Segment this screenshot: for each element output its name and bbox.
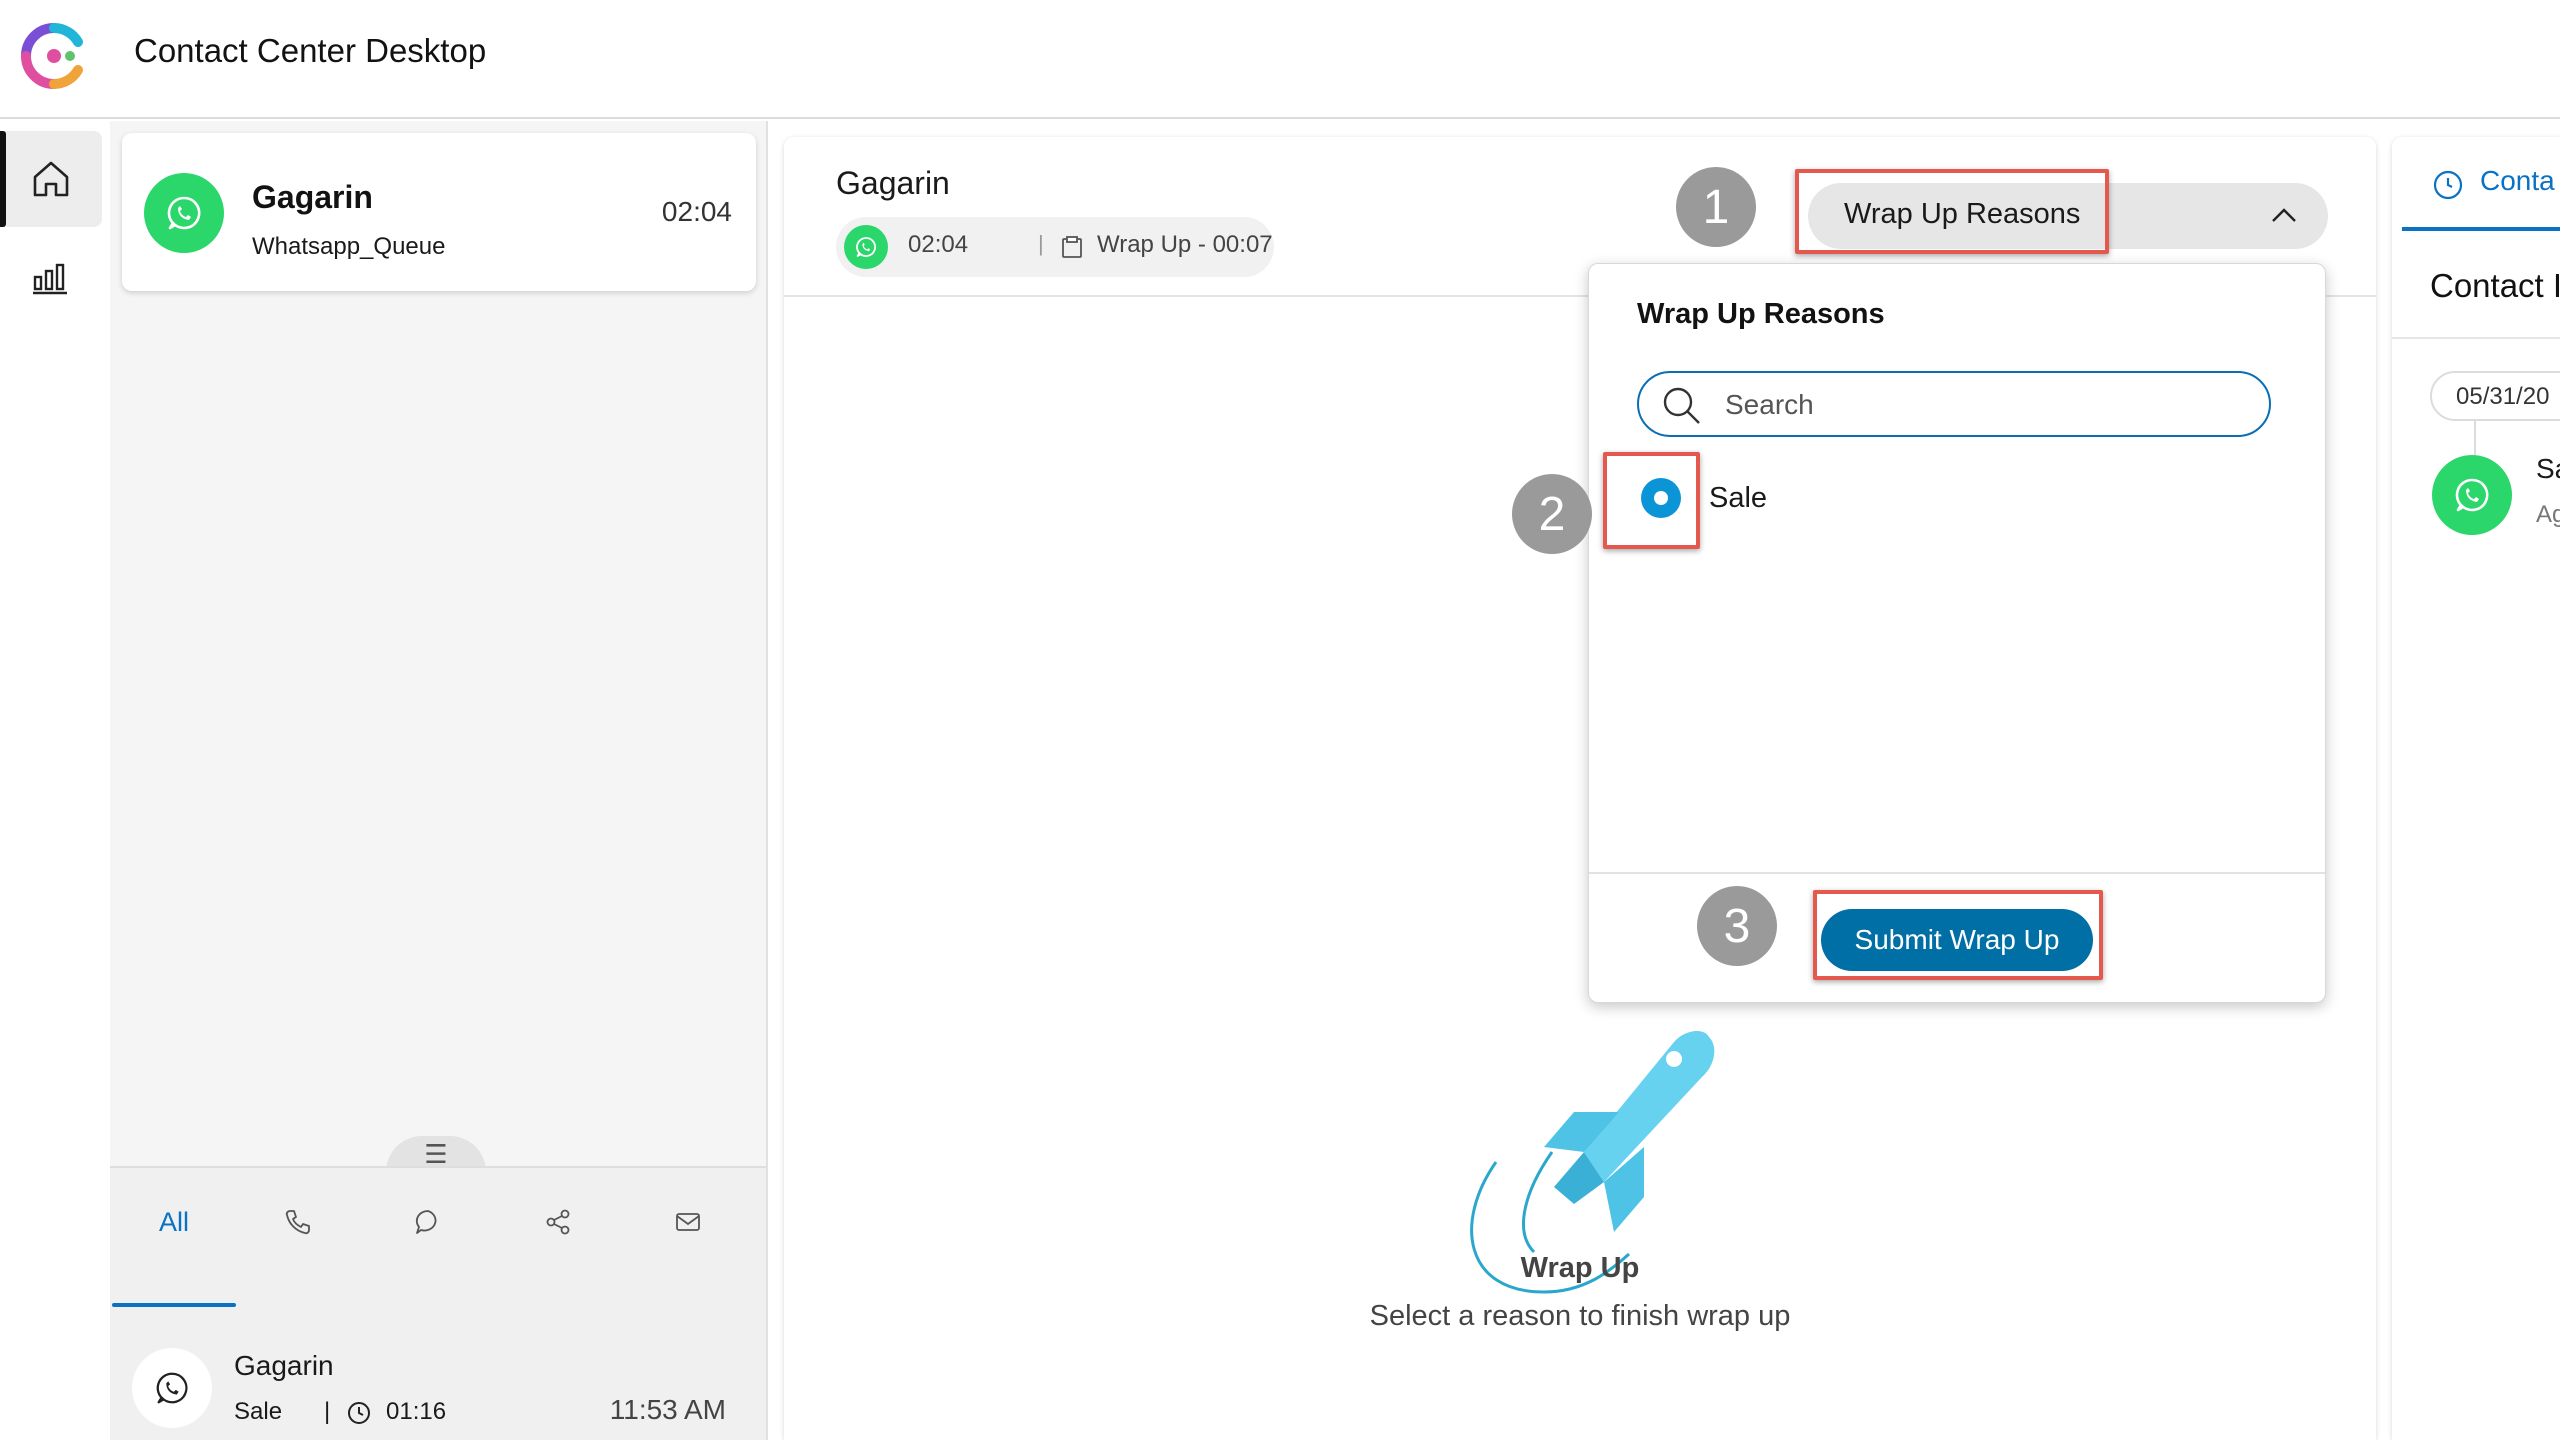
history-duration: 01:16 [386, 1398, 447, 1425]
whatsapp-icon [844, 225, 888, 269]
aux-divider [2392, 337, 2560, 339]
dropdown-title: Wrap Up Reasons [1637, 298, 1885, 330]
interaction-timer: 02:04 [908, 231, 969, 258]
navigation-rail [0, 121, 110, 1440]
whatsapp-icon [156, 1372, 188, 1404]
aux-row-title[interactable]: Sa [2536, 453, 2560, 485]
search-input[interactable] [1725, 385, 2245, 425]
aux-date-chip: 05/31/20 [2430, 371, 2560, 421]
share-icon [546, 1209, 570, 1235]
wrap-up-timer: Wrap Up - 00:07 [1097, 231, 1273, 258]
step-callout-3: 3 [1697, 886, 1777, 966]
aux-tab-indicator [2402, 227, 2560, 231]
nav-home[interactable] [0, 131, 102, 227]
step-2-highlight [1603, 452, 1700, 549]
task-customer-name: Gagarin [252, 179, 373, 215]
reason-option-label: Sale [1709, 482, 1768, 514]
task-list-panel: Gagarin Whatsapp_Queue 02:04 ☰ All Gagar… [110, 121, 768, 1440]
interaction-status-pill: 02:04 | Wrap Up - 00:07 [836, 217, 1274, 277]
task-timer: 02:04 [661, 196, 732, 227]
empty-state-title: Wrap Up [1520, 1252, 1640, 1284]
history-separator: | [324, 1398, 331, 1425]
reason-option-sale[interactable]: Sale [1641, 474, 2241, 528]
step-callout-2: 2 [1512, 474, 1592, 554]
wrap-up-clipboard-icon [1062, 236, 1082, 258]
step-3-highlight [1813, 890, 2103, 980]
history-wrap-reason: Sale [234, 1398, 283, 1425]
phone-icon [285, 1210, 310, 1235]
interaction-history: All Gagarin Sale | 01:16 11:53 AM [110, 1166, 766, 1440]
empty-state-subtitle: Select a reason to finish wrap up [1369, 1300, 1791, 1332]
aux-row-subtitle: Ag [2536, 501, 2560, 528]
task-queue-name: Whatsapp_Queue [252, 233, 446, 260]
chat-icon [415, 1210, 437, 1234]
status-separator: | [1038, 231, 1044, 256]
history-tab-email[interactable] [626, 1190, 750, 1254]
history-timestamp: 11:53 AM [609, 1394, 726, 1425]
clock-icon [348, 1402, 370, 1424]
app-title: Contact Center Desktop [134, 32, 487, 69]
search-icon [1663, 387, 1700, 424]
history-tab-all[interactable]: All [112, 1190, 236, 1254]
top-bar: Contact Center Desktop [0, 0, 2560, 119]
task-card[interactable]: Gagarin Whatsapp_Queue 02:04 [122, 133, 756, 291]
history-tab-calls[interactable] [236, 1190, 360, 1254]
analytics-icon [33, 263, 67, 295]
history-customer-name: Gagarin [234, 1350, 334, 1381]
history-tab-social[interactable] [496, 1190, 620, 1254]
history-tab-chat[interactable] [366, 1190, 490, 1254]
whatsapp-icon [2432, 455, 2512, 535]
history-list-item[interactable]: Gagarin Sale | 01:16 11:53 AM [110, 1320, 766, 1440]
wrap-up-search-field[interactable] [1637, 371, 2271, 437]
clock-icon [2433, 170, 2463, 200]
history-avatar [132, 1348, 212, 1428]
mail-icon [676, 1213, 700, 1231]
tab-contact-history[interactable]: Conta [2480, 165, 2555, 197]
auxiliary-panel: Conta Contact I 05/31/20 Sa Ag [2392, 137, 2560, 1440]
nav-analytics[interactable] [0, 229, 102, 325]
home-icon [33, 161, 69, 197]
chevron-up-icon [2272, 208, 2296, 222]
step-1-highlight [1795, 169, 2109, 254]
drag-lines-icon: ☰ [424, 1138, 448, 1169]
whatsapp-icon [144, 173, 224, 253]
history-tab-indicator [112, 1303, 236, 1307]
step-callout-1: 1 [1676, 167, 1756, 247]
history-tab-all-label: All [158, 1206, 189, 1237]
interaction-customer-name: Gagarin [836, 165, 950, 201]
aux-heading: Contact I [2430, 267, 2560, 304]
webex-logo-icon [21, 23, 83, 89]
